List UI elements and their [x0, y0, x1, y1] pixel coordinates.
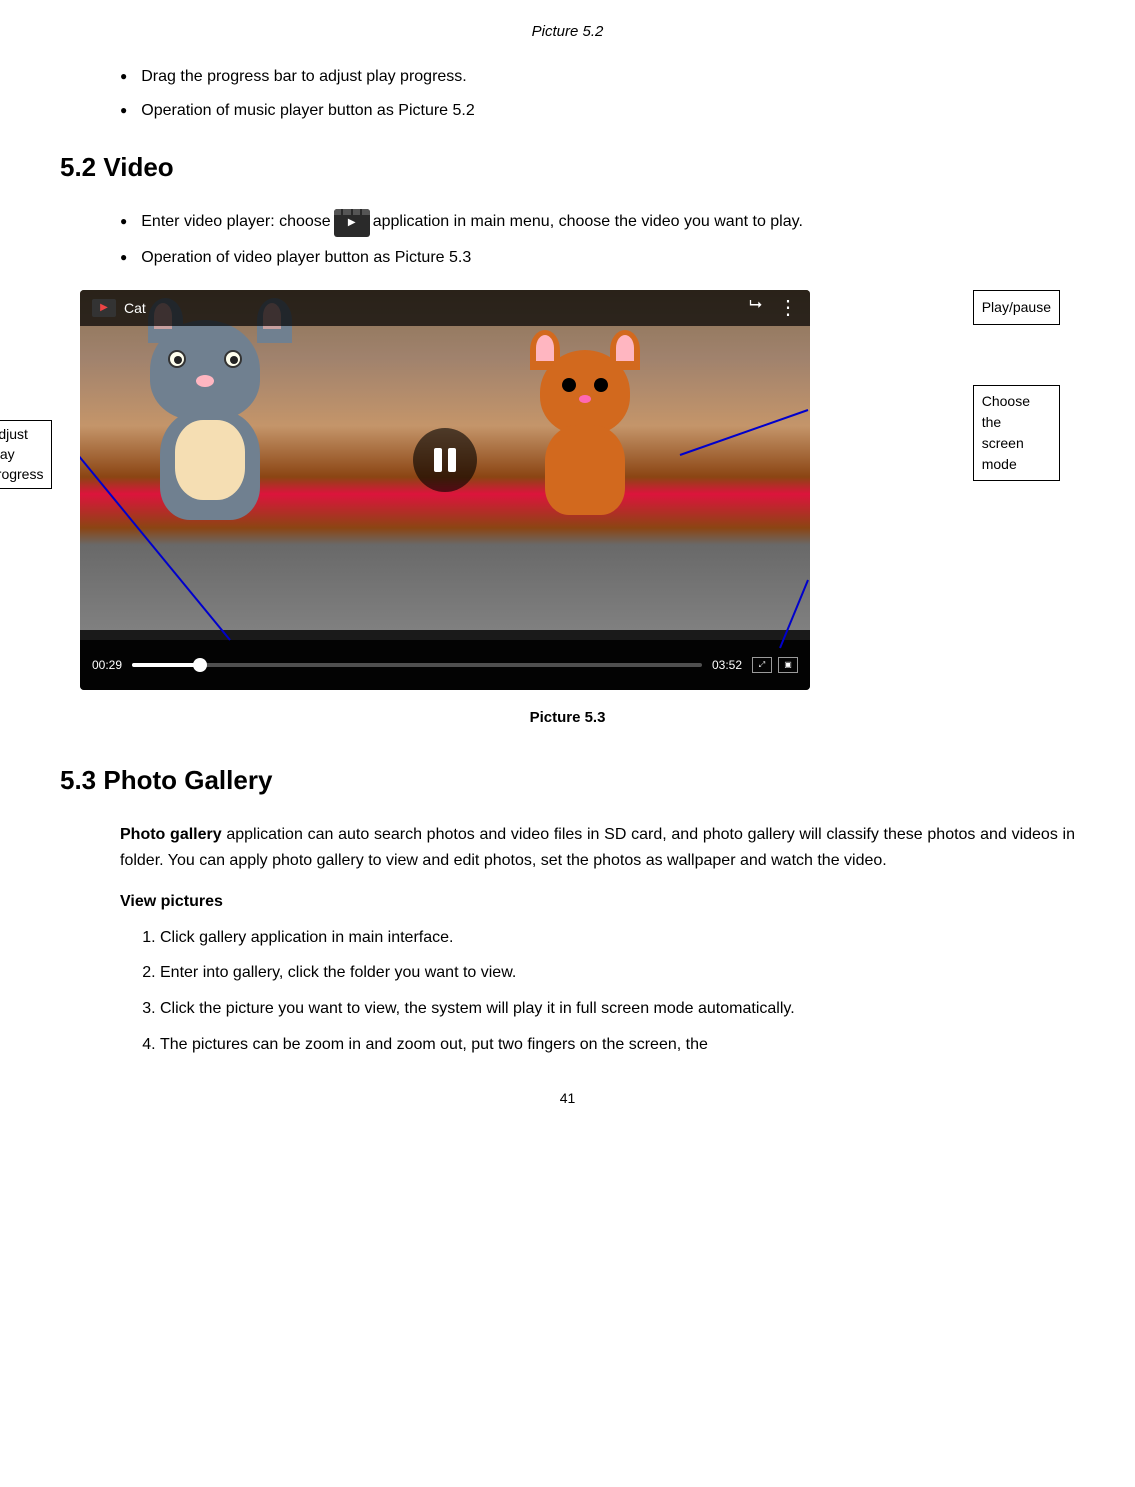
section-52-video-heading: 5.2 Video [60, 147, 1075, 189]
play-pause-label: Play/pause [973, 290, 1060, 324]
photo-gallery-intro: Photo gallery application can auto searc… [120, 822, 1075, 873]
tom-nose [196, 375, 214, 387]
step-1: Click gallery application in main interf… [160, 925, 1075, 951]
tom-head [150, 320, 260, 420]
jerry-inner-ear-left [536, 335, 554, 361]
progress-fill [132, 663, 200, 667]
section-53: 5.3 Photo Gallery Photo gallery applicat… [60, 760, 1075, 1057]
tom-character [140, 320, 300, 540]
bullet-item-2: Operation of music player button as Pict… [120, 98, 1075, 124]
jerry-torso [545, 425, 625, 515]
video-player-section: Adjustplayprogress Play/pause Choosethes… [80, 290, 875, 690]
video-bullets: Enter video player: choose application i… [120, 209, 1075, 271]
video-bottom-bar[interactable]: 00:29 03:52 ⤢ ▣ [80, 640, 810, 690]
video-bullet-2: Operation of video player button as Pict… [120, 245, 1075, 271]
video-frame[interactable]: ▶ Cat ⮡ ⋮ [80, 290, 810, 690]
tom-pupil-left [174, 356, 182, 364]
jerry-eye-right [594, 378, 608, 392]
share-icon[interactable]: ⮡ [749, 292, 762, 324]
tom-eye-left [168, 350, 186, 368]
section-52-bullets: Drag the progress bar to adjust play pro… [120, 64, 1075, 123]
more-options-icon[interactable]: ⋮ [778, 292, 798, 324]
screen-mode-icon[interactable]: ▣ [778, 657, 798, 673]
video-content [80, 290, 810, 630]
section-53-body: Photo gallery application can auto searc… [120, 822, 1075, 1057]
tom-pupil-right [230, 356, 238, 364]
jerry-inner-ear-right [616, 335, 634, 361]
jerry-nose [579, 395, 591, 403]
pause-icon [434, 448, 456, 472]
video-player-icon [334, 209, 370, 237]
choose-screen-mode-label: Choosethescreenmode [973, 385, 1060, 481]
video-top-bar: ▶ Cat ⮡ ⋮ [80, 290, 810, 326]
jerry-eye-left [562, 378, 576, 392]
bottom-right-icons[interactable]: ⤢ ▣ [752, 657, 798, 673]
tom-eye-right [224, 350, 242, 368]
progress-thumb[interactable] [193, 658, 207, 672]
screen-size-icon[interactable]: ⤢ [752, 657, 772, 673]
page-title: Picture 5.2 [60, 20, 1075, 44]
step-4: The pictures can be zoom in and zoom out… [160, 1032, 1075, 1058]
step-3: Click the picture you want to view, the … [160, 996, 1075, 1022]
view-pictures-label: View pictures [120, 889, 1075, 915]
time-end: 03:52 [712, 656, 742, 675]
picture-53-caption: Picture 5.3 [60, 706, 1075, 730]
section-53-heading: 5.3 Photo Gallery [60, 760, 1075, 802]
adjust-play-progress-label: Adjustplayprogress [0, 420, 52, 489]
pause-bar-1 [434, 448, 442, 472]
bullet-item-1: Drag the progress bar to adjust play pro… [120, 64, 1075, 90]
pause-bar-2 [448, 448, 456, 472]
pause-button[interactable] [413, 428, 477, 492]
video-top-right-controls[interactable]: ⮡ ⋮ [749, 292, 798, 324]
progress-track[interactable] [132, 663, 702, 667]
video-title: Cat [124, 297, 146, 319]
screen-size-text: ⤢ [759, 659, 765, 672]
video-app-icon: ▶ [92, 299, 116, 317]
right-annotations: Play/pause Choosethescreenmode [973, 290, 1060, 480]
screen-mode-text: ▣ [784, 659, 792, 672]
jerry-head [540, 350, 630, 435]
page-number: 41 [60, 1087, 1075, 1109]
view-pictures-steps: Click gallery application in main interf… [160, 925, 1075, 1057]
video-bullet-1: Enter video player: choose application i… [120, 209, 1075, 237]
jerry-character [520, 350, 650, 530]
tom-belly [175, 420, 245, 500]
step-2: Enter into gallery, click the folder you… [160, 960, 1075, 986]
time-start: 00:29 [92, 656, 122, 675]
adjust-progress-box: Adjustplayprogress [0, 420, 52, 489]
